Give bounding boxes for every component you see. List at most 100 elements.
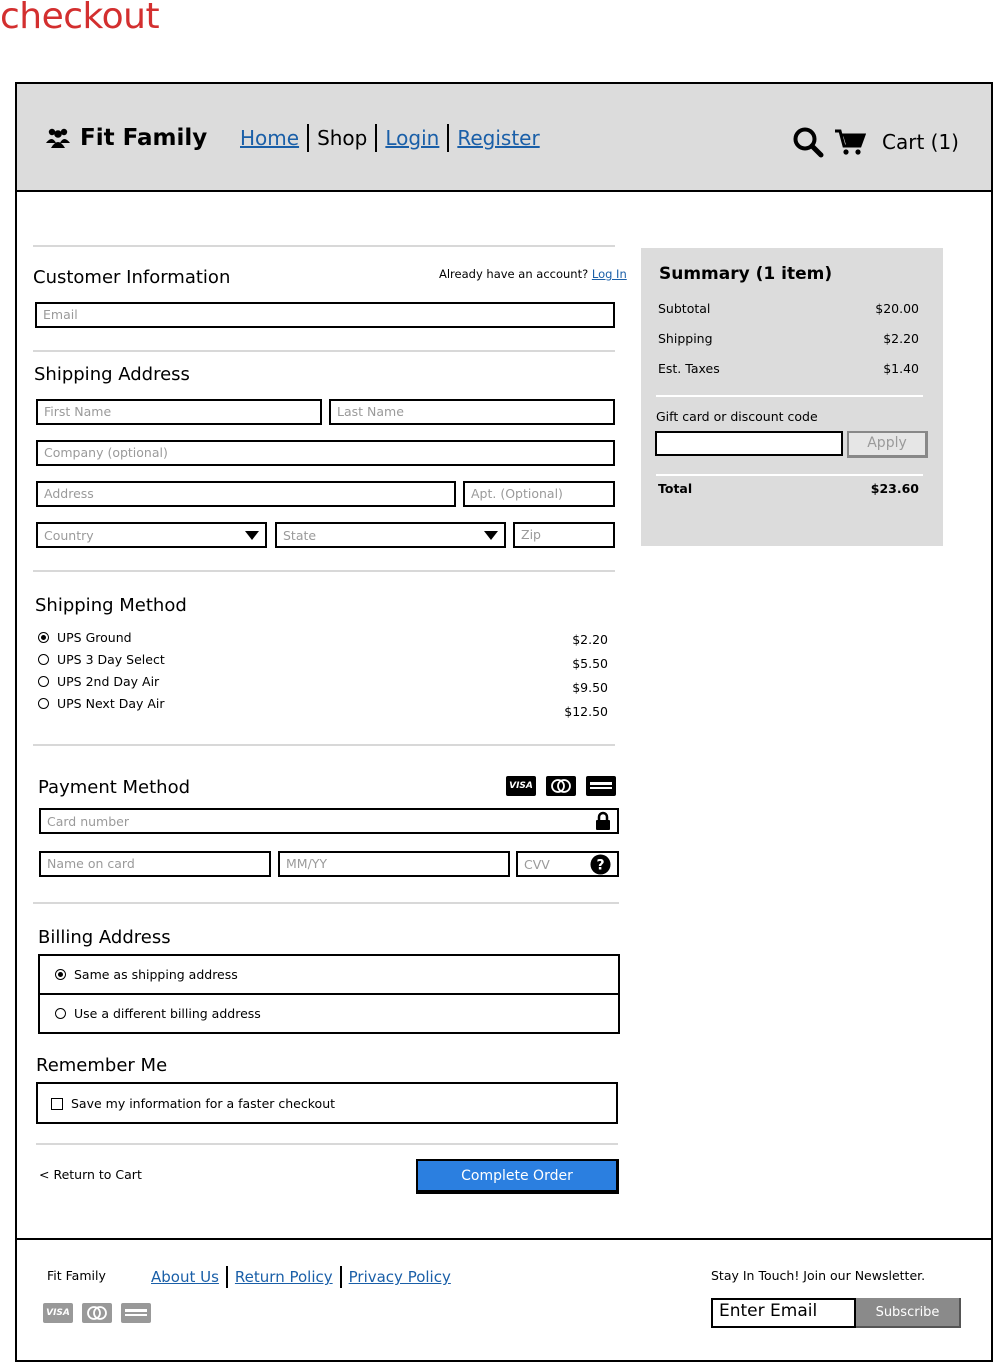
state-select[interactable]: State bbox=[275, 522, 506, 548]
search-icon[interactable] bbox=[792, 126, 824, 158]
shipping-option[interactable]: UPS 2nd Day Air bbox=[38, 674, 159, 689]
first-name-field[interactable]: First Name bbox=[36, 399, 322, 425]
svg-text:?: ? bbox=[596, 857, 604, 873]
shipping-value: $2.20 bbox=[883, 331, 919, 346]
complete-order-button[interactable]: Complete Order bbox=[416, 1159, 619, 1194]
shipping-option-price: $5.50 bbox=[572, 656, 608, 671]
apply-button[interactable]: Apply bbox=[847, 431, 928, 458]
gift-code-input[interactable] bbox=[655, 431, 843, 456]
amex-icon bbox=[121, 1303, 151, 1323]
shipping-method-title: Shipping Method bbox=[35, 595, 187, 616]
subscribe-button[interactable]: Subscribe bbox=[856, 1298, 961, 1328]
checkbox[interactable] bbox=[51, 1097, 63, 1110]
lock-icon bbox=[596, 811, 610, 830]
shipping-option-label: UPS Ground bbox=[57, 630, 132, 645]
payment-method-title: Payment Method bbox=[38, 777, 191, 798]
radio-unselected[interactable] bbox=[38, 676, 49, 687]
cvv-field[interactable]: CVV ? bbox=[516, 851, 619, 877]
remember-me-title: Remember Me bbox=[36, 1055, 168, 1076]
help-icon[interactable]: ? bbox=[590, 854, 611, 875]
header-actions: Cart (1) bbox=[792, 126, 959, 158]
amex-icon bbox=[586, 776, 616, 796]
divider bbox=[36, 1143, 618, 1145]
radio-unselected[interactable] bbox=[55, 1008, 66, 1019]
nav-register[interactable]: Register bbox=[457, 126, 539, 150]
footer-brand: Fit Family bbox=[47, 1268, 106, 1283]
caret-down-icon bbox=[245, 530, 259, 540]
nav-divider bbox=[375, 124, 378, 152]
radio-unselected[interactable] bbox=[38, 654, 49, 665]
name-on-card-field[interactable]: Name on card bbox=[39, 851, 271, 877]
mastercard-icon bbox=[82, 1303, 112, 1323]
shipping-label: Shipping bbox=[658, 331, 713, 346]
card-number-field[interactable]: Card number bbox=[39, 808, 619, 834]
summary-title: Summary (1 item) bbox=[659, 264, 833, 284]
divider bbox=[33, 902, 619, 904]
radio-selected[interactable] bbox=[55, 969, 66, 980]
order-summary: Summary (1 item) Subtotal $20.00 Shippin… bbox=[641, 248, 943, 546]
divider bbox=[40, 993, 618, 995]
cart-link[interactable]: Cart (1) bbox=[882, 130, 959, 154]
nav-divider bbox=[447, 124, 450, 152]
save-info-option[interactable]: Save my information for a faster checkou… bbox=[51, 1096, 335, 1111]
billing-different-option[interactable]: Use a different billing address bbox=[55, 1006, 261, 1021]
shipping-option[interactable]: UPS Ground bbox=[38, 630, 132, 645]
gift-code-label: Gift card or discount code bbox=[656, 409, 818, 424]
brand-logo[interactable]: Fit Family bbox=[46, 125, 207, 151]
nav-login[interactable]: Login bbox=[385, 126, 439, 150]
billing-same-option[interactable]: Same as shipping address bbox=[55, 967, 238, 982]
cart-icon[interactable] bbox=[834, 128, 866, 156]
subtotal-row: Subtotal $20.00 bbox=[658, 301, 919, 316]
billing-address-title: Billing Address bbox=[38, 927, 171, 948]
caret-down-icon bbox=[484, 530, 498, 540]
shipping-option[interactable]: UPS Next Day Air bbox=[38, 696, 165, 711]
nav-divider bbox=[307, 124, 310, 152]
radio-unselected[interactable] bbox=[38, 698, 49, 709]
main-nav: Home Shop Login Register bbox=[240, 124, 540, 152]
newsletter-email-input[interactable]: Enter Email bbox=[711, 1298, 856, 1328]
divider bbox=[33, 350, 615, 352]
privacy-policy-link[interactable]: Privacy Policy bbox=[349, 1268, 451, 1286]
zip-field[interactable]: Zip bbox=[513, 522, 615, 548]
country-select[interactable]: Country bbox=[36, 522, 267, 548]
billing-options: Same as shipping address Use a different… bbox=[38, 954, 620, 1034]
about-us-link[interactable]: About Us bbox=[151, 1268, 219, 1286]
footer-card-brands: VISA bbox=[43, 1303, 151, 1323]
shipping-address-title: Shipping Address bbox=[34, 364, 190, 385]
login-link[interactable]: Log In bbox=[592, 267, 627, 281]
shipping-option-price: $12.50 bbox=[564, 704, 608, 719]
nav-shop[interactable]: Shop bbox=[317, 126, 367, 150]
total-label: Total bbox=[658, 481, 693, 496]
have-account: Already have an account? Log In bbox=[439, 267, 627, 281]
email-field[interactable]: Email bbox=[35, 302, 615, 328]
mastercard-icon bbox=[546, 776, 576, 796]
newsletter-text: Stay In Touch! Join our Newsletter. bbox=[711, 1268, 926, 1283]
card-brands: VISA bbox=[506, 776, 616, 796]
cvv-placeholder: CVV bbox=[524, 856, 550, 872]
divider bbox=[33, 570, 615, 572]
divider bbox=[656, 474, 923, 476]
shipping-option-label: UPS 2nd Day Air bbox=[57, 674, 160, 689]
shipping-option-label: UPS 3 Day Select bbox=[57, 652, 165, 667]
company-field[interactable]: Company (optional) bbox=[36, 440, 615, 466]
taxes-label: Est. Taxes bbox=[658, 361, 720, 376]
state-select-value: State bbox=[283, 527, 317, 543]
total-row: Total $23.60 bbox=[658, 481, 919, 496]
footer-nav: About Us Return Policy Privacy Policy bbox=[151, 1266, 451, 1288]
save-info-label: Save my information for a faster checkou… bbox=[71, 1096, 336, 1111]
billing-same-label: Same as shipping address bbox=[74, 967, 238, 982]
radio-selected[interactable] bbox=[38, 632, 49, 643]
address-field[interactable]: Address bbox=[36, 481, 456, 507]
apt-field[interactable]: Apt. (Optional) bbox=[463, 481, 615, 507]
shipping-option-label: UPS Next Day Air bbox=[57, 696, 165, 711]
last-name-field[interactable]: Last Name bbox=[329, 399, 615, 425]
return-to-cart-link[interactable]: < Return to Cart bbox=[39, 1167, 142, 1182]
return-policy-link[interactable]: Return Policy bbox=[235, 1268, 333, 1286]
visa-icon: VISA bbox=[506, 776, 536, 796]
shipping-option[interactable]: UPS 3 Day Select bbox=[38, 652, 165, 667]
divider bbox=[656, 395, 923, 397]
subtotal-value: $20.00 bbox=[875, 301, 919, 316]
expiry-field[interactable]: MM/YY bbox=[278, 851, 510, 877]
newsletter-form: Enter Email Subscribe bbox=[711, 1298, 961, 1328]
nav-home[interactable]: Home bbox=[240, 126, 299, 150]
